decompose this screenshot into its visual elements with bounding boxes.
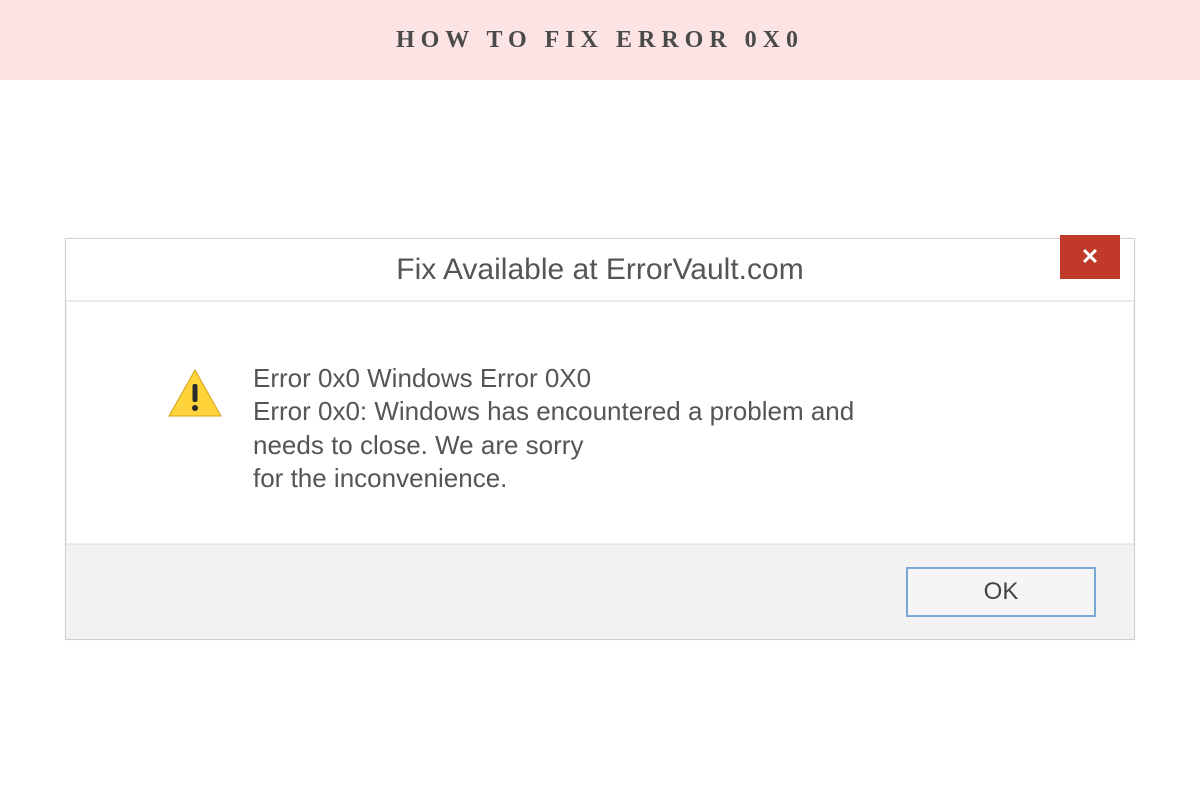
error-message: Error 0x0 Windows Error 0X0 Error 0x0: W… (253, 362, 854, 495)
banner-title: HOW TO FIX ERROR 0X0 (396, 27, 804, 54)
page-banner: HOW TO FIX ERROR 0X0 (0, 0, 1200, 80)
dialog-title: Fix Available at ErrorVault.com (396, 253, 803, 287)
dialog-body: Error 0x0 Windows Error 0X0 Error 0x0: W… (66, 301, 1134, 544)
message-line-1: Error 0x0 Windows Error 0X0 (253, 362, 854, 395)
close-icon: ✕ (1081, 244, 1099, 270)
close-button[interactable]: ✕ (1060, 235, 1120, 279)
content-area: Fix Available at ErrorVault.com ✕ Error … (0, 80, 1200, 640)
dialog-footer: OK (66, 544, 1134, 639)
warning-icon (167, 368, 223, 418)
error-dialog: Fix Available at ErrorVault.com ✕ Error … (65, 238, 1135, 640)
message-line-3: needs to close. We are sorry (253, 429, 854, 462)
ok-button-label: OK (984, 578, 1019, 606)
message-line-4: for the inconvenience. (253, 462, 854, 495)
dialog-titlebar: Fix Available at ErrorVault.com ✕ (66, 239, 1134, 301)
message-line-2: Error 0x0: Windows has encountered a pro… (253, 395, 854, 428)
ok-button[interactable]: OK (906, 567, 1096, 617)
